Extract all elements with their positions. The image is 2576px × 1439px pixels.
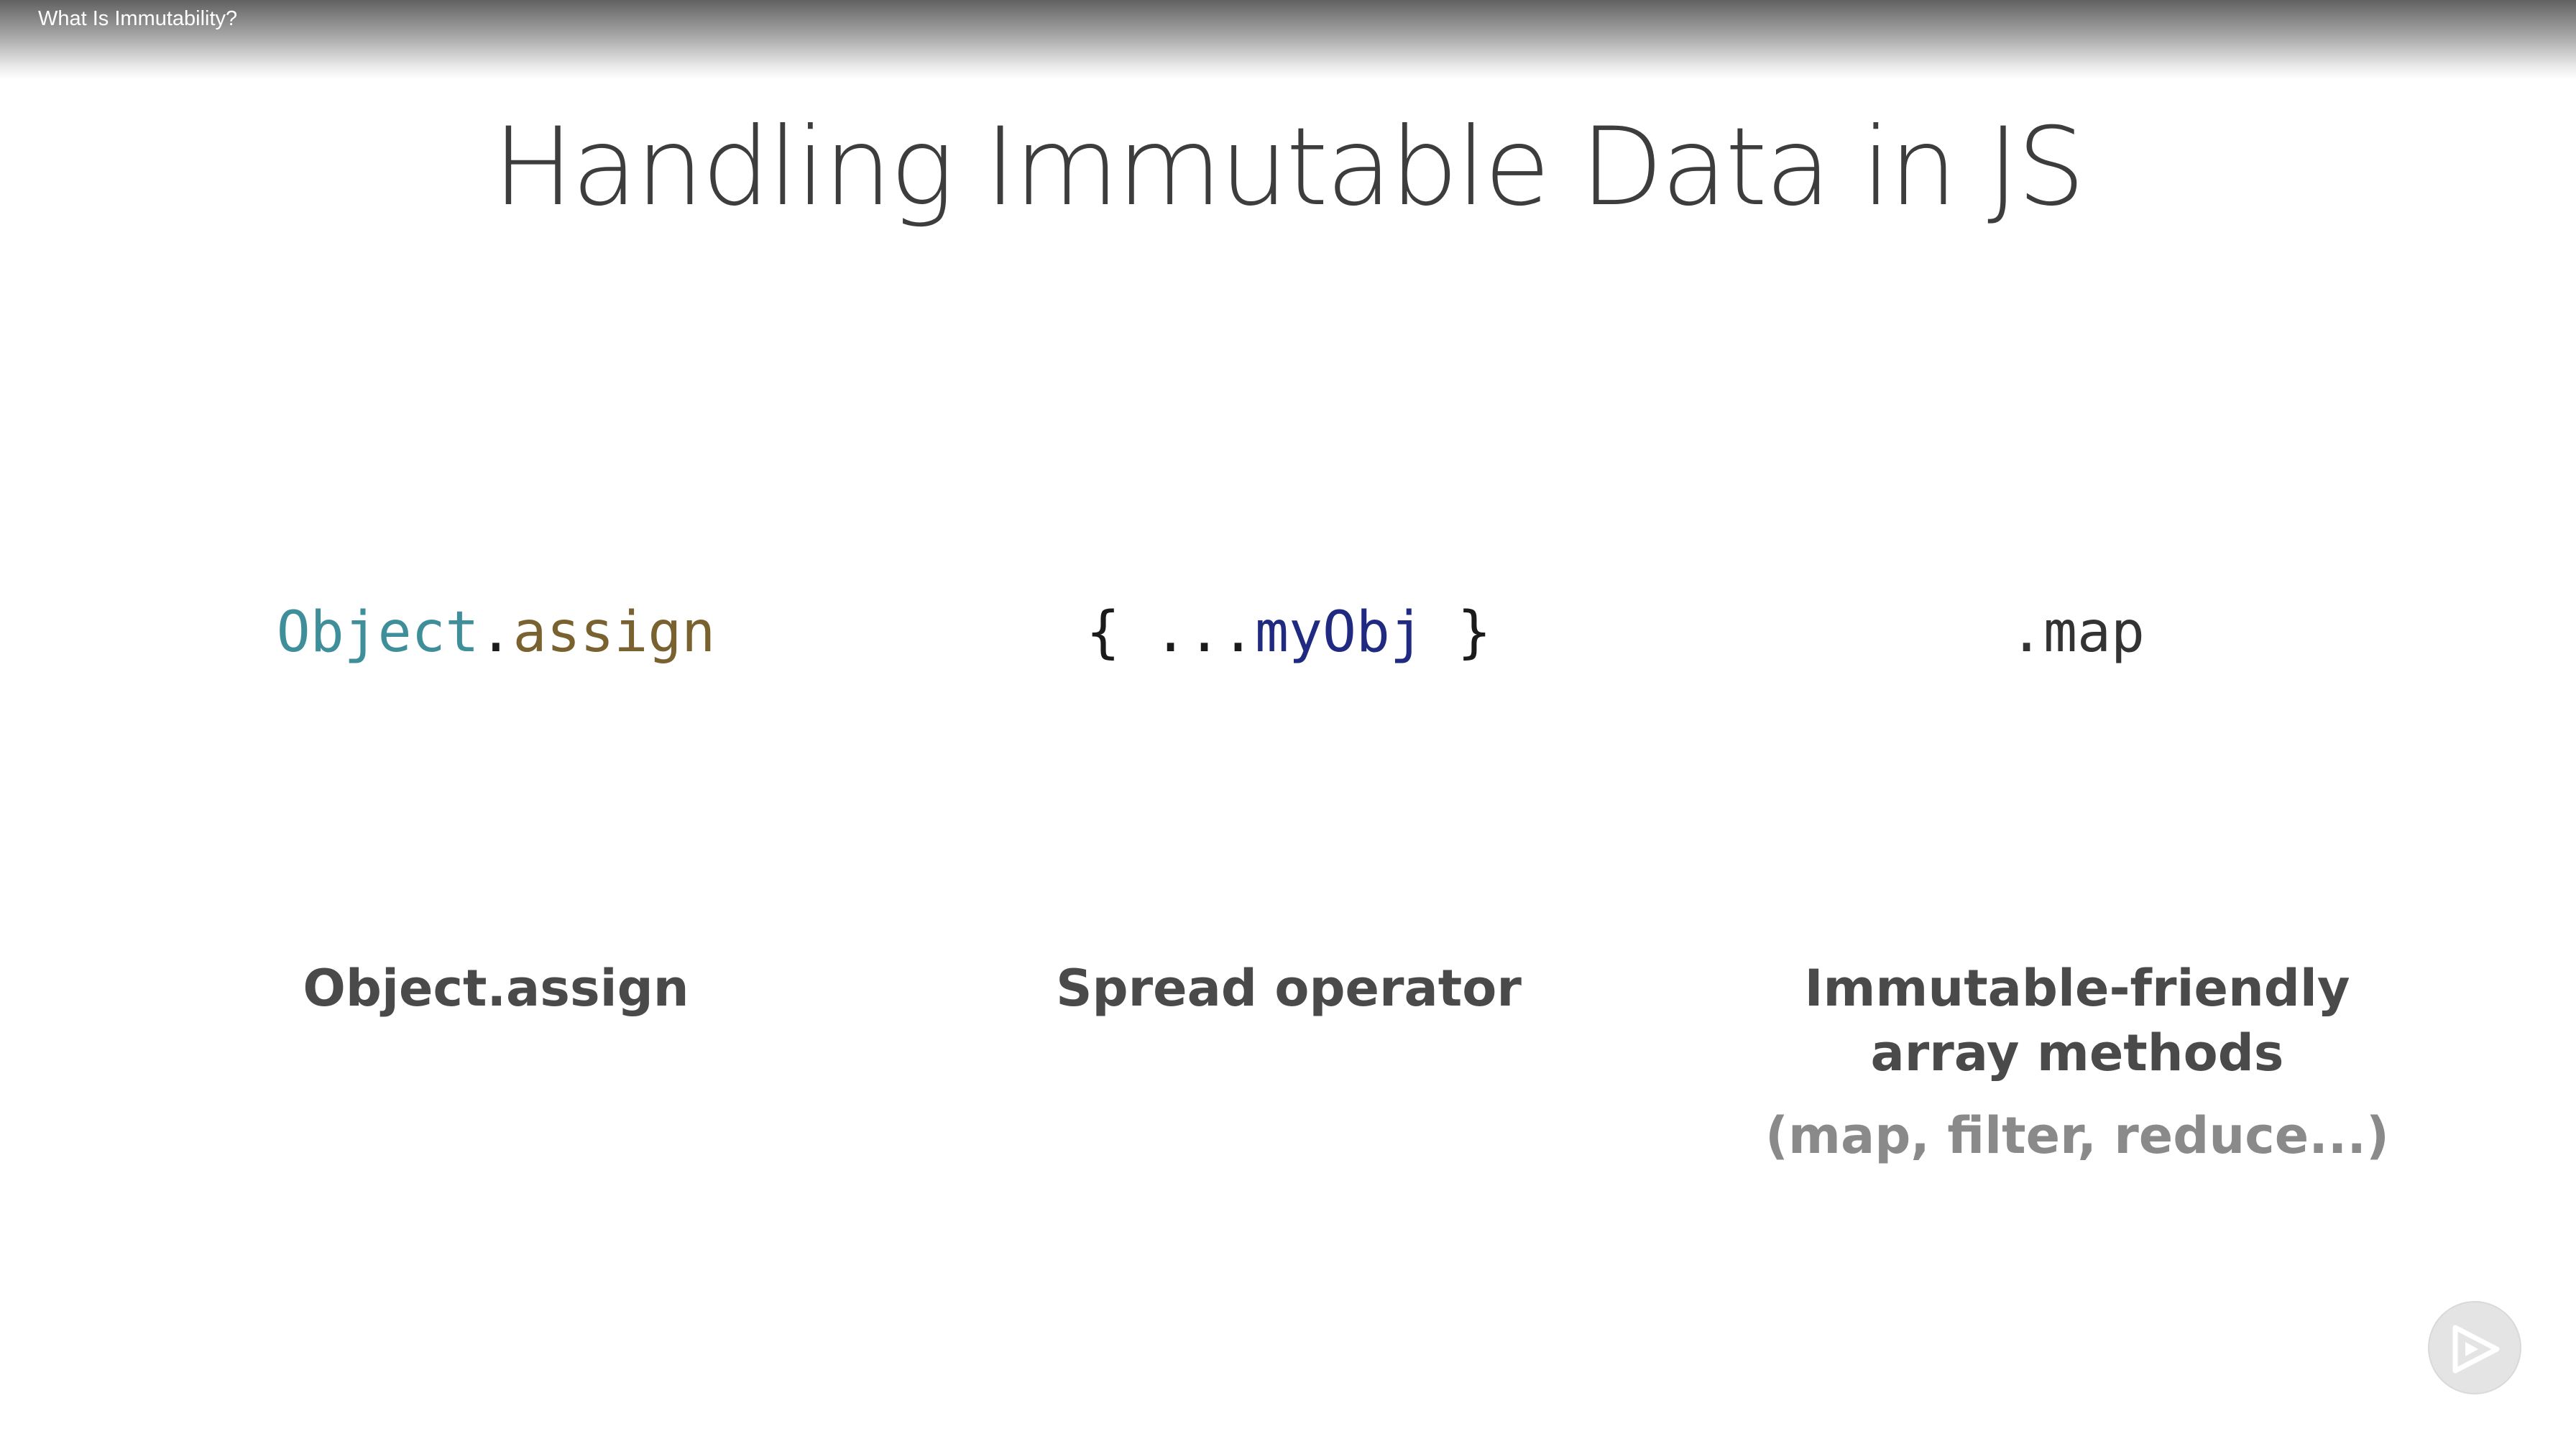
code-token-open-brace: { ...: [1086, 600, 1256, 665]
code-snippet-object-assign: Object.assign: [101, 597, 891, 668]
label-spread-operator: Spread operator: [1056, 959, 1522, 1018]
code-snippet-spread: { ...myObj }: [893, 597, 1684, 668]
label-array-methods: Immutable-friendly array methods: [1804, 959, 2350, 1082]
code-token-myobj: myObj: [1255, 600, 1424, 665]
code-token-assign: assign: [512, 600, 716, 665]
video-top-bar: What Is Immutability?: [0, 0, 2576, 79]
code-token-map: .map: [2010, 600, 2145, 665]
code-token-close-brace: }: [1423, 600, 1491, 665]
play-button[interactable]: [2428, 1301, 2521, 1394]
video-title: What Is Immutability?: [38, 7, 238, 30]
code-token-object: Object: [276, 600, 479, 665]
play-icon: [2452, 1325, 2500, 1374]
label-object-assign: Object.assign: [303, 959, 689, 1018]
sublabel-array-methods: (map, filter, reduce...): [1765, 1106, 2389, 1165]
slide-title: Handling Immutable Data in JS: [492, 105, 2086, 230]
code-snippet-map: .map: [1682, 597, 2472, 668]
code-token-dot: .: [479, 600, 513, 665]
